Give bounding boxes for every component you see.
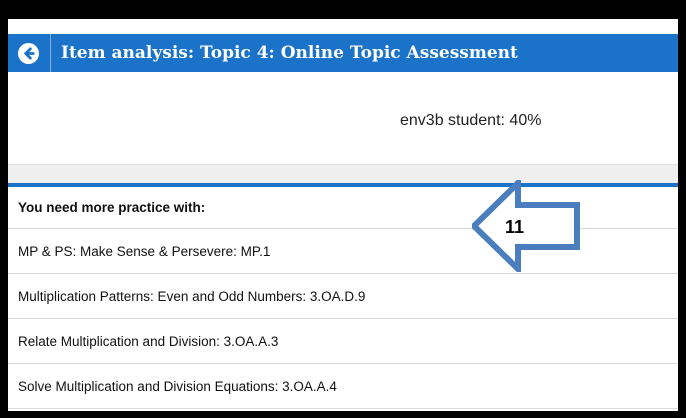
student-score: env3b student: 40% xyxy=(400,112,542,129)
list-item: Solve Multiplication and Division Equati… xyxy=(8,364,678,409)
back-button[interactable] xyxy=(18,42,39,64)
page-title: Item analysis: Topic 4: Online Topic Ass… xyxy=(61,43,518,63)
page-header: Item analysis: Topic 4: Online Topic Ass… xyxy=(8,34,678,72)
back-arrow-circle-icon xyxy=(24,46,35,60)
annotation-number: 11 xyxy=(505,217,525,237)
list-item: Multiplication Patterns: Even and Odd Nu… xyxy=(8,274,678,319)
header-divider xyxy=(50,34,51,72)
left-arrow-outline-icon xyxy=(472,180,580,272)
list-item: Relate Multiplication and Division: 3.OA… xyxy=(8,319,678,364)
